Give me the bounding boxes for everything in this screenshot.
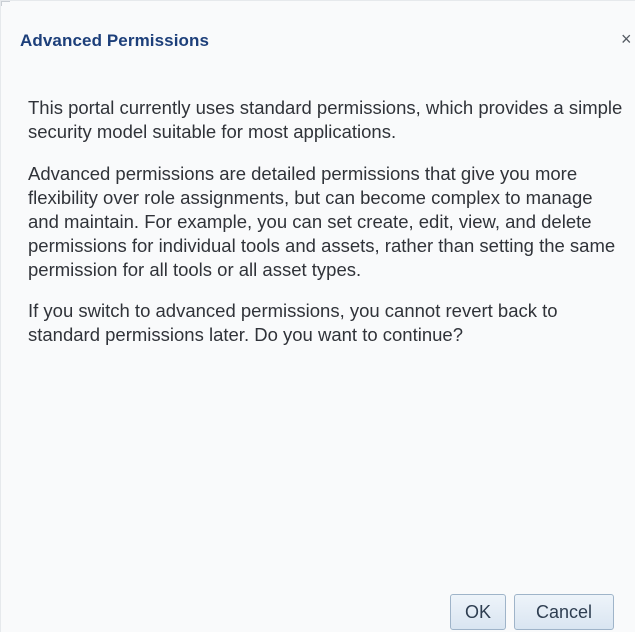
standard-permissions-paragraph: This portal currently uses standard perm… (28, 97, 623, 142)
advanced-permissions-dialog: Advanced Permissions × This portal curre… (0, 0, 635, 632)
cancel-button[interactable]: Cancel (514, 594, 614, 630)
advanced-permissions-paragraph: Advanced permissions are detailed permis… (28, 163, 616, 280)
dialog-title: Advanced Permissions (20, 31, 210, 50)
dialog-body: This portal currently uses standard perm… (28, 96, 626, 365)
dialog-actions: OK Cancel (450, 594, 614, 630)
confirmation-paragraph: If you switch to advanced permissions, y… (28, 300, 558, 345)
dialog-corner-mark (1, 1, 10, 6)
ok-button[interactable]: OK (450, 594, 506, 630)
close-icon[interactable]: × (621, 27, 635, 51)
